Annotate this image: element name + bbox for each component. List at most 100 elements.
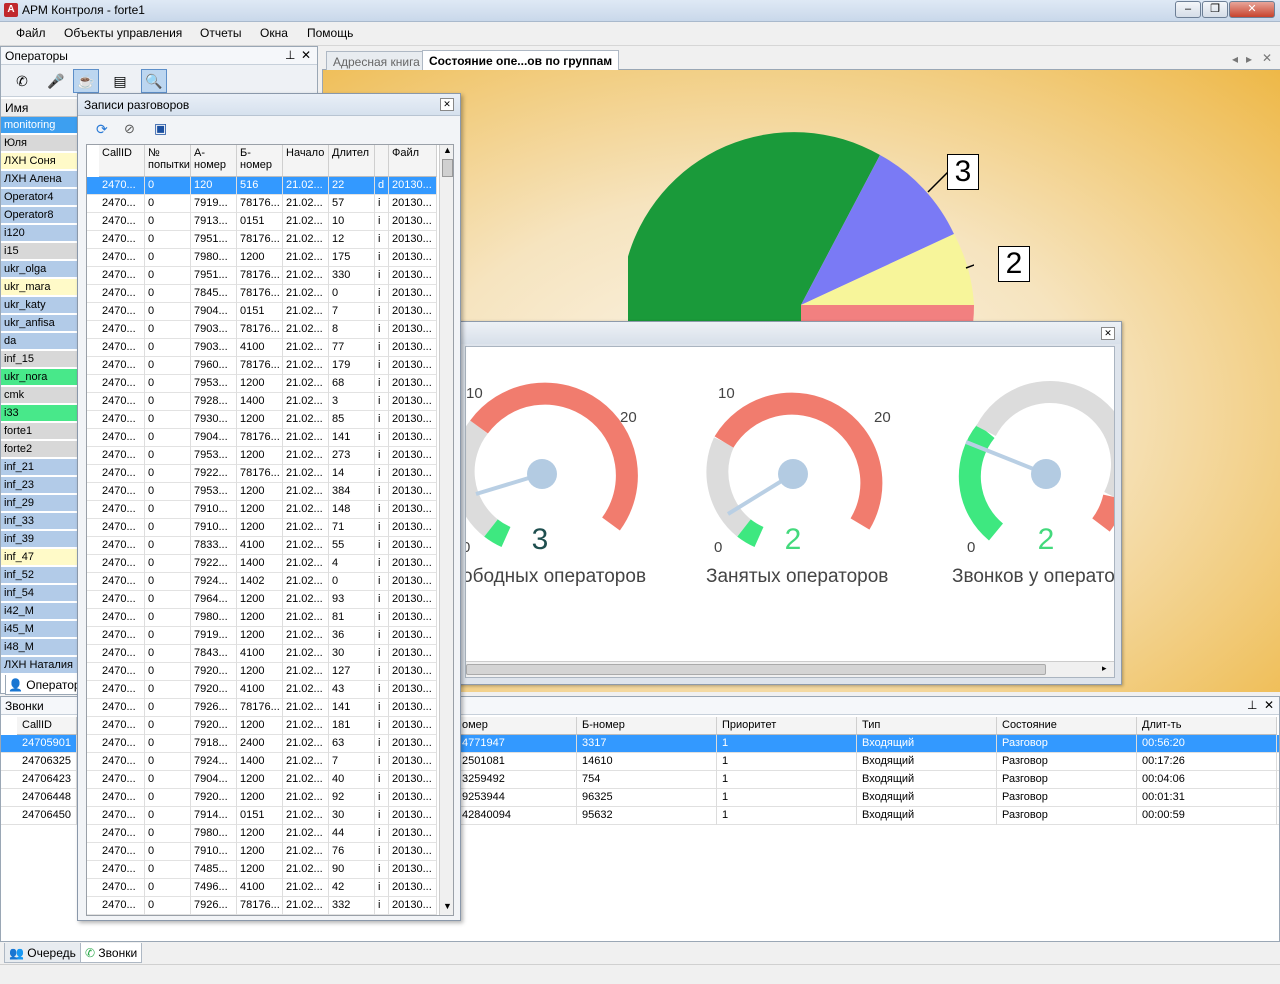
tab-calls[interactable]: ✆ Звонки — [80, 943, 143, 963]
link-icon[interactable]: ⊘ — [124, 121, 135, 137]
operator-item[interactable]: ЛХН Наталия — [1, 657, 77, 674]
records-row[interactable]: 2470... 0 7922... 1400 21.02... 4 i 20130... — [87, 555, 437, 573]
headset-icon[interactable]: ☕ — [73, 69, 99, 93]
records-row[interactable]: 2470... 0 7928... 1400 21.02... 3 i 20130... — [87, 393, 437, 411]
operator-item[interactable]: i45_M — [1, 621, 77, 638]
operator-item[interactable]: ЛХН Соня — [1, 153, 77, 170]
records-row[interactable]: 2470... 0 7964... 1200 21.02... 93 i 20130... — [87, 591, 437, 609]
records-row[interactable]: 2470... 0 7485... 1200 21.02... 90 i 20130... — [87, 861, 437, 879]
records-row[interactable]: 2470... 0 7910... 1200 21.02... 71 i 20130... — [87, 519, 437, 537]
operator-item[interactable]: inf_21 — [1, 459, 77, 476]
operators-column-name[interactable]: Имя — [1, 99, 79, 117]
pin-icon[interactable]: ⊥ — [285, 48, 295, 62]
operator-item[interactable]: Юля — [1, 135, 77, 152]
phone-icon[interactable]: ✆ — [9, 69, 35, 93]
operator-item[interactable]: ukr_anfisa — [1, 315, 77, 332]
tab-close-icon[interactable]: ✕ — [1262, 51, 1272, 65]
operator-item[interactable]: forte1 — [1, 423, 77, 440]
records-row[interactable]: 2470... 0 7953... 1200 21.02... 273 i 20130... — [87, 447, 437, 465]
menu-file[interactable]: Файл — [16, 26, 46, 40]
scroll-up-icon[interactable]: ▲ — [443, 145, 452, 155]
records-row[interactable]: 2470... 0 7904... 0151 21.02... 7 i 20130... — [87, 303, 437, 321]
records-row[interactable]: 2470... 0 7919... 1200 21.02... 36 i 20130... — [87, 627, 437, 645]
records-column-header[interactable]: Б-номер — [237, 145, 283, 177]
calls-column-header[interactable]: CallID — [17, 717, 77, 735]
records-row[interactable]: 2470... 0 7924... 1400 21.02... 7 i 20130... — [87, 753, 437, 771]
operator-item[interactable]: inf_29 — [1, 495, 77, 512]
records-row[interactable]: 2470... 0 7918... 2400 21.02... 63 i 20130... — [87, 735, 437, 753]
gauges-window-titlebar[interactable] — [457, 322, 1121, 344]
restore-button[interactable]: ❐ — [1202, 1, 1228, 18]
records-row[interactable]: 2470... 0 7903... 78176... 21.02... 8 i 20130..… — [87, 321, 437, 339]
menu-help[interactable]: Помощь — [307, 26, 353, 40]
call-records-scrollbar[interactable]: ▲ ▼ — [439, 145, 453, 915]
save-icon[interactable]: ▣ — [154, 120, 167, 137]
operator-item[interactable]: i33 — [1, 405, 77, 422]
close-icon[interactable]: ✕ — [301, 48, 311, 62]
scrollbar-thumb[interactable] — [442, 159, 453, 177]
records-row[interactable]: 2470... 0 7920... 1200 21.02... 92 i 20130... — [87, 789, 437, 807]
records-row[interactable]: 2470... 0 7903... 4100 21.02... 77 i 20130... — [87, 339, 437, 357]
operator-item[interactable]: Operator8 — [1, 207, 77, 224]
gauges-close-button[interactable]: ✕ — [1101, 327, 1115, 340]
close-window-button[interactable]: ✕ — [1229, 1, 1275, 18]
records-row[interactable]: 2470... 0 7913... 0151 21.02... 10 i 20130... — [87, 213, 437, 231]
report-icon[interactable]: ▤ — [107, 69, 133, 93]
records-row[interactable]: 2470... 0 7920... 1200 21.02... 181 i 20130... — [87, 717, 437, 735]
records-column-header[interactable]: CallID — [99, 145, 145, 177]
records-row[interactable]: 2470... 0 7980... 1200 21.02... 44 i 20130... — [87, 825, 437, 843]
records-row[interactable]: 2470... 0 7951... 78176... 21.02... 12 i 20130.… — [87, 231, 437, 249]
calls-column-header[interactable]: Приоритет — [717, 717, 857, 735]
operator-item[interactable]: cmk — [1, 387, 77, 404]
records-row[interactable]: 2470... 0 7496... 4100 21.02... 42 i 20130... — [87, 879, 437, 897]
operator-item[interactable]: inf_54 — [1, 585, 77, 602]
operator-item[interactable]: ukr_nora — [1, 369, 77, 386]
operator-item[interactable]: inf_52 — [1, 567, 77, 584]
calls-column-header[interactable]: Тип — [857, 717, 997, 735]
records-column-header[interactable]: Начало — [283, 145, 329, 177]
scrollbar-thumb[interactable] — [466, 664, 1046, 675]
tab-scroll-right-icon[interactable]: ▸ — [1246, 52, 1252, 66]
tab-scroll-left-icon[interactable]: ◂ — [1232, 52, 1238, 66]
calls-column-header[interactable]: омер — [457, 717, 577, 735]
tab-operators[interactable]: 👤 Операторы — [5, 675, 79, 695]
records-row[interactable]: 2470... 0 7904... 78176... 21.02... 141 i 20130… — [87, 429, 437, 447]
records-row[interactable]: 2470... 0 7904... 1200 21.02... 40 i 20130... — [87, 771, 437, 789]
records-row[interactable]: 2470... 0 7951... 78176... 21.02... 330 i 20130… — [87, 267, 437, 285]
records-row[interactable]: 2470... 0 7920... 4100 21.02... 43 i 20130... — [87, 681, 437, 699]
records-column-header[interactable]: Файл — [389, 145, 437, 177]
operator-item[interactable]: monitoring — [1, 117, 77, 134]
records-row[interactable]: 2470... 0 7845... 78176... 21.02... 0 i 20130..… — [87, 285, 437, 303]
search-icon[interactable]: 🔍 — [141, 69, 167, 93]
menu-windows[interactable]: Окна — [260, 26, 288, 40]
refresh-icon[interactable]: ⟳ — [96, 121, 108, 138]
close-icon[interactable]: ✕ — [1264, 698, 1274, 712]
menu-control-objects[interactable]: Объекты управления — [64, 26, 182, 40]
operator-item[interactable]: inf_47 — [1, 549, 77, 566]
records-column-header[interactable]: Длител — [329, 145, 375, 177]
records-column-header[interactable]: № попытки — [145, 145, 191, 177]
gauges-horizontal-scrollbar[interactable]: ▸ — [466, 661, 1114, 677]
records-column-header[interactable]: А-номер — [191, 145, 237, 177]
operator-item[interactable]: ukr_katy — [1, 297, 77, 314]
records-row[interactable]: 2470... 0 7833... 4100 21.02... 55 i 20130... — [87, 537, 437, 555]
operator-item[interactable]: Operator4 — [1, 189, 77, 206]
operator-item[interactable]: inf_39 — [1, 531, 77, 548]
operator-item[interactable]: i42_M — [1, 603, 77, 620]
calls-column-header[interactable]: Состояние — [997, 717, 1137, 735]
records-row[interactable]: 2470... 0 7843... 4100 21.02... 30 i 20130... — [87, 645, 437, 663]
operator-item[interactable]: ukr_olga — [1, 261, 77, 278]
tab-operator-state[interactable]: Состояние опе...ов по группам — [422, 50, 620, 71]
operator-item[interactable]: ukr_mara — [1, 279, 77, 296]
records-row[interactable]: 2470... 0 7914... 0151 21.02... 30 i 20130... — [87, 807, 437, 825]
operator-item[interactable]: i15 — [1, 243, 77, 260]
records-row[interactable]: 2470... 0 7926... 78176... 21.02... 332 i 20130… — [87, 897, 437, 915]
calls-column-header[interactable]: Длит-ть — [1137, 717, 1277, 735]
call-records-title[interactable]: Записи разговоров — [78, 94, 460, 116]
operator-item[interactable]: i48_M — [1, 639, 77, 656]
records-column-header[interactable] — [375, 145, 389, 177]
records-row[interactable]: 2470... 0 7910... 1200 21.02... 148 i 20130... — [87, 501, 437, 519]
operator-item[interactable]: i120 — [1, 225, 77, 242]
records-row[interactable]: 2470... 0 7910... 1200 21.02... 76 i 20130... — [87, 843, 437, 861]
operator-item[interactable]: inf_23 — [1, 477, 77, 494]
